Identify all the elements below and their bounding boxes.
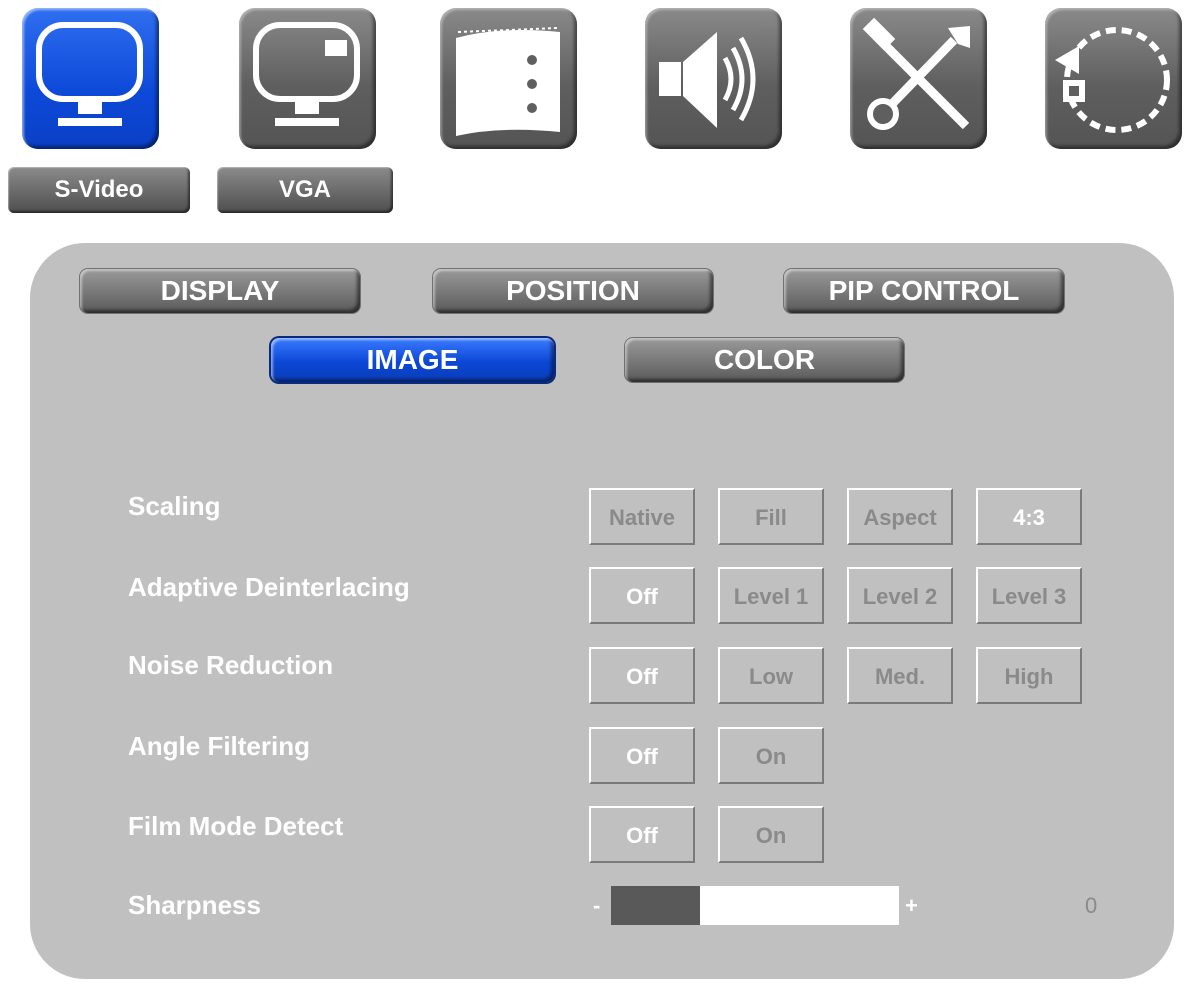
tab-display[interactable]: DISPLAY (80, 269, 360, 313)
film-option-off[interactable]: Off (589, 806, 695, 863)
tab-pip-control[interactable]: PIP CONTROL (784, 269, 1064, 313)
film-strip-icon (456, 27, 560, 136)
tab-position[interactable]: POSITION (433, 269, 713, 313)
angle-option-on[interactable]: On (718, 727, 824, 784)
deinterlacing-option-level-1[interactable]: Level 1 (718, 567, 824, 624)
scaling-label: Scaling (128, 491, 221, 521)
sharpness-value: 0 (1085, 893, 1098, 918)
tools-icon (862, 17, 970, 130)
s-video-input-icon (36, 22, 143, 126)
scaling-option-4-3[interactable]: 4:3 (976, 488, 1082, 545)
sharpness-label: Sharpness (128, 890, 261, 920)
deinterlacing-label: Adaptive Deinterlacing (128, 572, 410, 602)
s-video-source-button[interactable]: S-Video (8, 167, 190, 213)
noise-option-low[interactable]: Low (718, 647, 824, 704)
audio-settings-button[interactable] (645, 8, 782, 149)
sharpness-slider[interactable] (611, 886, 899, 925)
speaker-audio-icon (659, 32, 756, 128)
noise-reduction-label: Noise Reduction (128, 650, 334, 680)
scaling-option-aspect[interactable]: Aspect (847, 488, 953, 545)
sharpness-slider-fill (611, 886, 701, 925)
deinterlacing-option-level-3[interactable]: Level 3 (976, 567, 1082, 624)
vga-source-button[interactable]: VGA (217, 167, 393, 213)
tab-color[interactable]: COLOR (625, 338, 904, 382)
deinterlacing-option-off[interactable]: Off (589, 567, 695, 624)
scaling-option-fill[interactable]: Fill (718, 488, 824, 545)
deinterlacing-option-level-2[interactable]: Level 2 (847, 567, 953, 624)
sharpness-plus[interactable]: + (905, 893, 918, 919)
tab-image[interactable]: IMAGE (271, 338, 554, 382)
scaling-option-native[interactable]: Native (589, 488, 695, 545)
vga-input-button[interactable] (239, 8, 376, 149)
noise-option-high[interactable]: High (976, 647, 1082, 704)
s-video-input-button[interactable] (22, 8, 159, 149)
sharpness-minus[interactable]: - (593, 893, 600, 919)
noise-option-off[interactable]: Off (589, 647, 695, 704)
angle-option-off[interactable]: Off (589, 727, 695, 784)
reset-rotate-icon (1055, 27, 1170, 133)
reset-button[interactable] (1045, 8, 1182, 149)
noise-option-med[interactable]: Med. (847, 647, 953, 704)
tools-button[interactable] (850, 8, 987, 149)
film-option-on[interactable]: On (718, 806, 824, 863)
angle-filtering-label: Angle Filtering (128, 731, 310, 761)
film-mode-label: Film Mode Detect (128, 811, 344, 841)
film-settings-button[interactable] (440, 8, 577, 149)
vga-input-icon (253, 22, 360, 126)
